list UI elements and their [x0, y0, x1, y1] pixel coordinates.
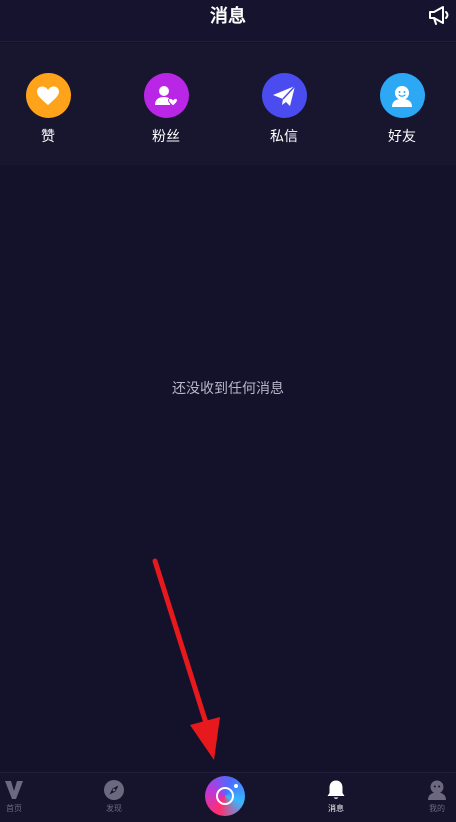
tab-discover[interactable]: 发现: [94, 779, 134, 814]
tab-messages[interactable]: 消息: [316, 779, 356, 814]
record-button[interactable]: [205, 776, 245, 816]
messages-screen: 消息 赞 粉丝 私信 好友 还没收到任何消息 首页 发现 消息 我的: [0, 0, 456, 822]
category-friends[interactable]: 好友: [367, 73, 437, 146]
tab-home[interactable]: 首页: [0, 779, 34, 814]
tab-label: 发现: [106, 804, 122, 813]
v-logo-icon: [5, 781, 23, 799]
compass-icon: [104, 780, 124, 800]
category-label: 粉丝: [152, 129, 180, 145]
tab-label: 消息: [328, 804, 344, 813]
category-label: 私信: [270, 129, 298, 145]
message-category-row: 赞 粉丝 私信 好友: [0, 43, 456, 165]
follower-icon: [143, 73, 189, 118]
category-likes[interactable]: 赞: [13, 73, 83, 146]
red-arrow-annotation: [152, 558, 220, 760]
category-label: 赞: [41, 129, 55, 145]
category-direct-messages[interactable]: 私信: [249, 73, 319, 146]
category-followers[interactable]: 粉丝: [131, 73, 201, 146]
friend-icon: [379, 73, 425, 118]
paper-plane-icon: [261, 73, 307, 118]
bell-icon: [327, 780, 345, 799]
heart-icon: [25, 73, 71, 118]
tab-profile[interactable]: 我的: [417, 779, 456, 814]
camera-dot-icon: [234, 784, 238, 788]
tab-label: 我的: [429, 804, 445, 813]
header-bar: 消息: [0, 0, 456, 42]
tab-label: 首页: [6, 804, 22, 813]
page-title: 消息: [210, 6, 246, 27]
category-label: 好友: [388, 129, 416, 145]
empty-state-text: 还没收到任何消息: [172, 381, 284, 397]
profile-icon: [428, 780, 446, 800]
megaphone-icon[interactable]: [428, 4, 452, 26]
camera-record-icon: [216, 787, 234, 805]
